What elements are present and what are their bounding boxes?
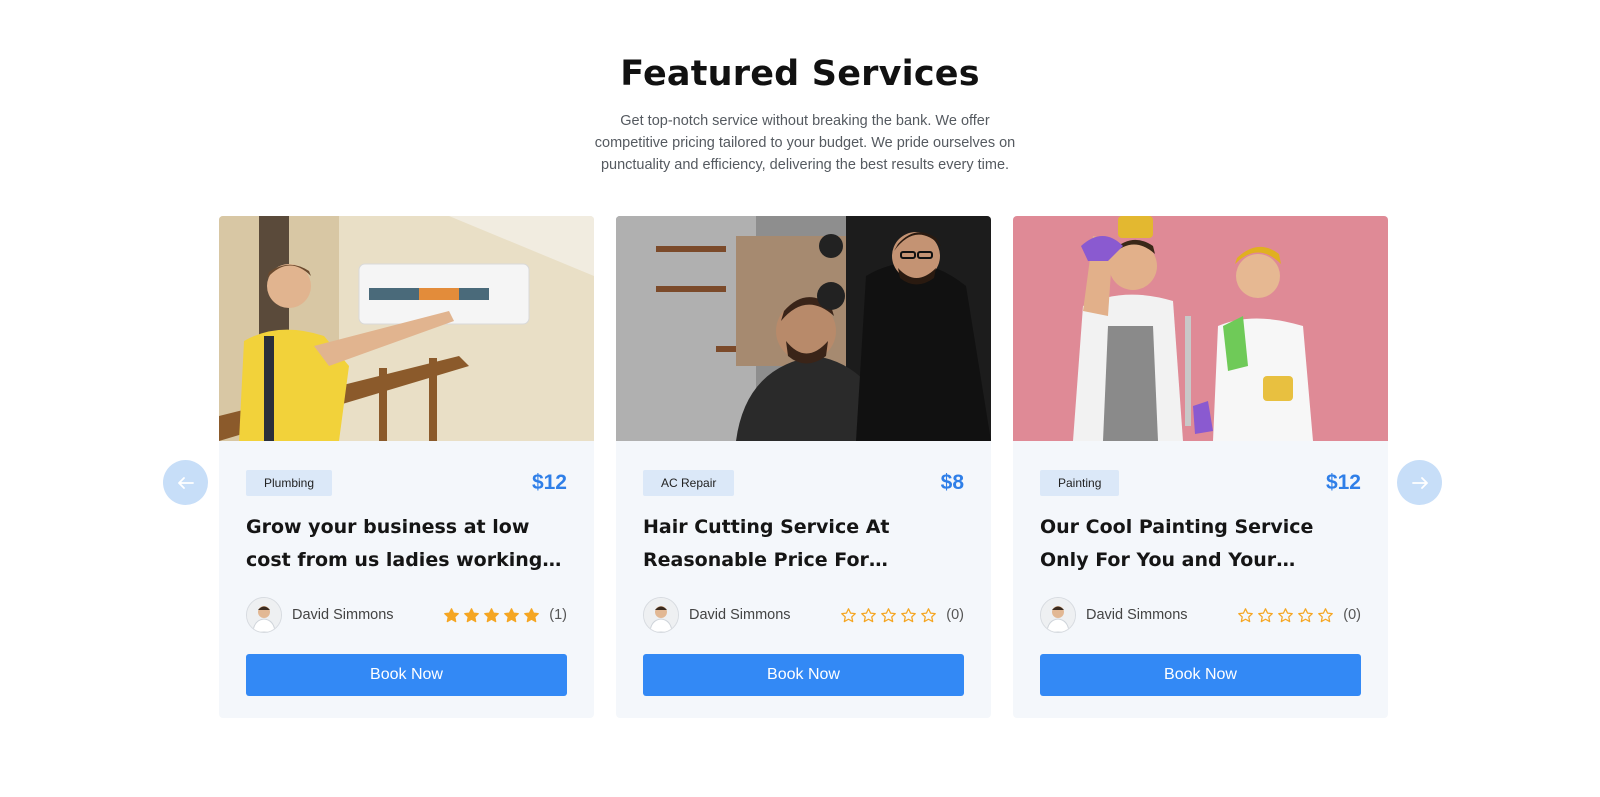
featured-services-section: Featured Services Get top-notch service …: [0, 0, 1600, 797]
service-card-list: Plumbing $12 Grow your business at low c…: [219, 216, 1388, 718]
avatar: [643, 597, 679, 633]
author-name: David Simmons: [1086, 607, 1188, 623]
category-badge[interactable]: Plumbing: [246, 470, 333, 496]
section-subtitle: Get top-notch service without breaking t…: [594, 113, 1016, 173]
arrow-right-icon: [1411, 476, 1428, 489]
rating-count: (0): [946, 607, 964, 623]
author[interactable]: David Simmons: [643, 597, 791, 633]
star-filled-icon: [444, 607, 460, 622]
category-badge[interactable]: Painting: [1040, 470, 1120, 496]
author[interactable]: David Simmons: [1040, 597, 1188, 633]
price: $12: [1325, 471, 1361, 494]
service-card[interactable]: Plumbing $12 Grow your business at low c…: [219, 216, 594, 718]
author-name: David Simmons: [292, 607, 394, 623]
service-image[interactable]: [219, 216, 594, 441]
star-filled-icon: [464, 607, 480, 622]
service-title[interactable]: Hair Cutting Service At Reasonable Price…: [643, 511, 964, 577]
section-title: Featured Services: [620, 54, 980, 94]
star-outline-icon: [881, 607, 897, 622]
rating: (0): [1237, 607, 1361, 624]
star-outline-icon: [1238, 607, 1254, 622]
star-outline-icon: [861, 607, 877, 622]
service-image[interactable]: [616, 216, 991, 441]
star-outline-icon: [921, 607, 937, 622]
card-body: AC Repair $8 Hair Cutting Service At Rea…: [616, 441, 991, 696]
service-title[interactable]: Grow your business at low cost from us l…: [246, 511, 567, 577]
star-outline-icon: [1278, 607, 1294, 622]
star-outline-icon: [1318, 607, 1334, 622]
rating: (0): [840, 607, 964, 624]
service-title[interactable]: Our Cool Painting Service Only For You a…: [1040, 511, 1361, 577]
author[interactable]: David Simmons: [246, 597, 394, 633]
star-filled-icon: [524, 607, 540, 622]
price: $8: [940, 471, 964, 494]
star-filled-icon: [504, 607, 520, 622]
rating-count: (0): [1343, 607, 1361, 623]
star-outline-icon: [1298, 607, 1314, 622]
star-outline-icon: [841, 607, 857, 622]
service-card[interactable]: Painting $12 Our Cool Painting Service O…: [1013, 216, 1388, 718]
author-name: David Simmons: [689, 607, 791, 623]
star-filled-icon: [484, 607, 500, 622]
card-body: Plumbing $12 Grow your business at low c…: [219, 441, 594, 696]
rating-count: (1): [549, 607, 567, 623]
price: $12: [531, 471, 567, 494]
service-image[interactable]: [1013, 216, 1388, 441]
avatar: [1040, 597, 1076, 633]
rating: (1): [443, 607, 567, 624]
star-outline-icon: [1258, 607, 1274, 622]
book-now-button[interactable]: Book Now: [1040, 654, 1361, 696]
book-now-button[interactable]: Book Now: [246, 654, 567, 696]
next-slide-button[interactable]: [1397, 460, 1442, 505]
category-badge[interactable]: AC Repair: [643, 470, 735, 496]
book-now-button[interactable]: Book Now: [643, 654, 964, 696]
avatar: [246, 597, 282, 633]
star-outline-icon: [901, 607, 917, 622]
arrow-left-icon: [177, 476, 194, 489]
card-body: Painting $12 Our Cool Painting Service O…: [1013, 441, 1388, 696]
prev-slide-button[interactable]: [163, 460, 208, 505]
service-card[interactable]: AC Repair $8 Hair Cutting Service At Rea…: [616, 216, 991, 718]
